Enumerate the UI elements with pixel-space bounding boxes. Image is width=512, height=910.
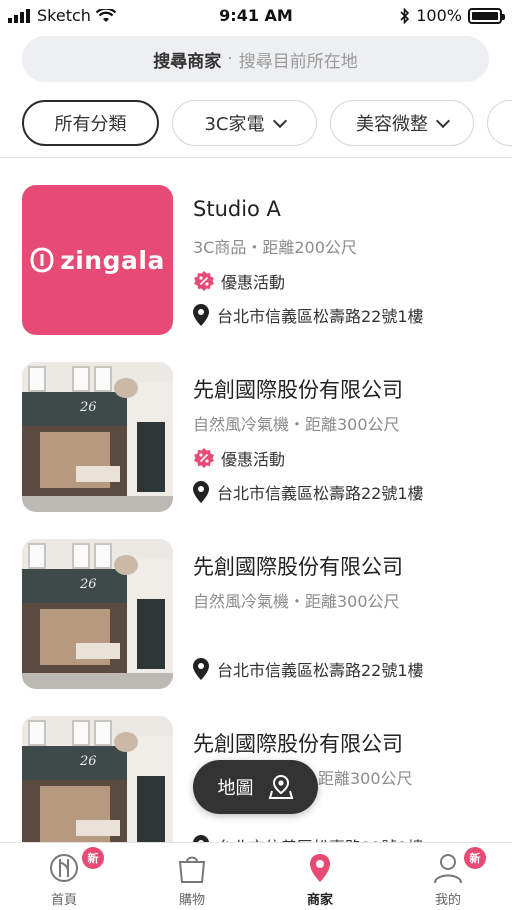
search-location-label: 搜尋目前所在地 — [238, 51, 358, 72]
storefront-sign: 26 — [80, 577, 97, 592]
divider — [0, 157, 512, 158]
store-logo: zingala — [22, 185, 173, 335]
tab-label: 商家 — [306, 893, 333, 908]
address-label: 台北市信義區松壽路22號1樓 — [217, 484, 424, 503]
screen: Sketch 9:41 AM 100% 搜尋商家 · 搜尋目前所在地 所有分類 … — [0, 0, 512, 910]
store-photo: 26 — [22, 539, 173, 689]
zingala-logo: zingala — [30, 246, 165, 275]
filter-label: 美容微整 — [356, 114, 428, 135]
battery-percent: 100% — [416, 6, 462, 25]
map-pin-person-icon — [268, 774, 293, 799]
map-button-label: 地圖 — [217, 778, 254, 799]
store-name: Studio A — [193, 197, 281, 221]
tab-home[interactable]: 新 首頁 — [0, 843, 128, 910]
store-list-item[interactable]: zingala Studio A 3C商品・距離200公尺 優惠活動 台北市信義… — [22, 185, 492, 335]
store-meta: 自然風冷氣機・距離300公尺 — [193, 592, 400, 611]
store-promo: 優惠活動 — [193, 446, 285, 470]
store-address: 台北市信義區松壽路22號1樓 — [193, 303, 424, 327]
store-address: 台北市信義區松壽路22號1樓 — [193, 480, 424, 504]
new-badge: 新 — [464, 847, 486, 869]
tab-profile[interactable]: 新 我的 — [384, 843, 512, 910]
status-right: 100% — [400, 6, 505, 25]
tab-bar: 新 首頁 購物 商家 新 我的 — [0, 842, 512, 910]
brand-name: zingala — [60, 245, 165, 275]
tab-label: 我的 — [434, 893, 461, 908]
filter-label: 3C家電 — [204, 114, 265, 135]
storefront-image: 26 — [22, 539, 173, 689]
search-bar[interactable]: 搜尋商家 · 搜尋目前所在地 — [22, 36, 489, 82]
store-promo: 優惠活動 — [193, 269, 285, 293]
store-list-item[interactable]: 26 先創國際股份有限公司 自然風冷氣機・距離300公尺 優惠活動 台北市信義區… — [22, 362, 492, 512]
chevron-down-icon — [435, 113, 451, 128]
location-pin-icon — [193, 304, 209, 326]
discount-badge-icon — [194, 271, 214, 291]
shopping-bag-icon — [178, 856, 206, 883]
tab-label: 首頁 — [50, 893, 77, 908]
battery-icon — [468, 7, 505, 24]
storefront-sign: 26 — [80, 400, 97, 415]
chevron-down-icon — [272, 113, 287, 128]
bluetooth-icon — [400, 7, 410, 24]
filter-more[interactable] — [487, 100, 512, 146]
storefront-image: 26 — [22, 362, 173, 512]
store-address: 台北市信義區松壽路22號1樓 — [193, 657, 424, 681]
address-label: 台北市信義區松壽路22號1樓 — [217, 661, 424, 680]
filter-all-categories[interactable]: 所有分類 — [22, 100, 159, 146]
store-list-item[interactable]: 26 先創國際股份有限公司 自然風冷氣機・距離300公尺 台北市信義區松壽路22… — [22, 539, 492, 689]
filter-3c-appliances[interactable]: 3C家電 — [172, 100, 317, 146]
store-name: 先創國際股份有限公司 — [193, 555, 403, 579]
zingala-mark-icon — [30, 247, 54, 273]
address-label: 台北市信義區松壽路22號1樓 — [217, 307, 424, 326]
filter-label: 所有分類 — [54, 114, 127, 135]
search-merchant-label: 搜尋商家 — [153, 51, 222, 72]
store-meta: 自然風冷氣機・距離300公尺 — [193, 415, 400, 434]
home-icon — [50, 854, 78, 882]
new-badge: 新 — [82, 847, 104, 869]
store-meta: 距離300公尺 — [318, 769, 413, 788]
store-photo: 26 — [22, 362, 173, 512]
discount-badge-icon — [194, 448, 214, 468]
tab-shopping[interactable]: 購物 — [128, 843, 256, 910]
search-separator: · — [227, 49, 233, 69]
location-pin-icon — [193, 658, 209, 680]
tab-label: 購物 — [178, 893, 205, 908]
filter-beauty[interactable]: 美容微整 — [330, 100, 474, 146]
user-icon — [434, 854, 462, 884]
promo-label: 優惠活動 — [221, 450, 286, 469]
map-button[interactable]: 地圖 — [193, 760, 318, 814]
location-pin-icon — [310, 854, 330, 882]
location-pin-icon — [193, 481, 209, 503]
category-filters: 所有分類 3C家電 美容微整 — [22, 100, 512, 146]
store-meta: 3C商品・距離200公尺 — [193, 238, 357, 257]
store-name: 先創國際股份有限公司 — [193, 378, 403, 402]
store-name: 先創國際股份有限公司 — [193, 732, 403, 756]
status-bar: Sketch 9:41 AM 100% — [0, 0, 512, 32]
tab-merchants[interactable]: 商家 — [256, 843, 384, 910]
storefront-sign: 26 — [80, 754, 97, 769]
promo-label: 優惠活動 — [221, 273, 286, 292]
